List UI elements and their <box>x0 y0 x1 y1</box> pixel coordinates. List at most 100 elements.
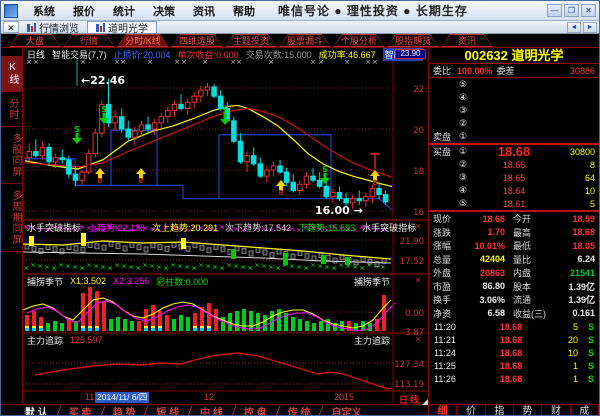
close-icon[interactable]: ✕ <box>581 4 596 17</box>
quote-tab-指[interactable]: 指 <box>486 405 514 416</box>
detail-value: 18.59 <box>551 214 595 224</box>
function-tab[interactable]: 行情 <box>63 34 115 47</box>
toolbar-tab[interactable]: 趋 势 <box>103 404 146 416</box>
svg-text:×: × <box>30 261 35 269</box>
function-tabs: 大盘行情分时/K线四维选股主题投资股票漏斗个股分析股指期货资讯 <box>1 34 599 47</box>
menu-item-报价[interactable]: 报价 <box>64 6 104 18</box>
chart-row: K线分时多股同屏多周期同屏 ×××××××××××××××××SSSSBBBB←… <box>1 48 428 404</box>
tick-volume: 1 <box>554 361 578 371</box>
sidebar-item-K线[interactable]: K线 <box>1 56 22 92</box>
svg-text:113.19: 113.19 <box>394 380 424 390</box>
date-tick: 2015 <box>334 392 354 402</box>
level-row: 卖盘① <box>429 130 599 143</box>
quote-tab-财[interactable]: 财 <box>542 405 570 416</box>
level-price: 18.66 <box>473 160 555 170</box>
tab-label: 股指期货 <box>388 35 438 46</box>
detail-value: 20863 <box>463 268 505 278</box>
svg-text:22: 22 <box>413 85 424 95</box>
svg-text:×: × <box>261 262 266 270</box>
stop-price: 止损价:20.004 <box>114 48 171 61</box>
toolbar-tab[interactable]: 中 线 <box>190 404 233 416</box>
period-label[interactable]: 日线 <box>27 48 45 61</box>
toolbar-tab[interactable]: 传 统 <box>278 404 321 416</box>
function-tab[interactable]: 大盘 <box>9 34 61 47</box>
menu-item-统计[interactable]: 统计 <box>104 6 144 18</box>
svg-text:×: × <box>107 264 112 272</box>
chart-icon <box>96 23 105 32</box>
sidebar-item-多周期同屏[interactable]: 多周期同屏 <box>1 184 22 252</box>
tick-time: 11:25 <box>434 361 468 371</box>
detail-label: 股本 <box>505 280 551 293</box>
svg-text:×: × <box>296 263 301 271</box>
stock-title[interactable]: 002632 道明光学 <box>429 48 599 64</box>
toolbar-tab[interactable]: 短 线 <box>146 404 189 416</box>
function-tab[interactable]: 分时/K线 <box>117 34 169 47</box>
tick-row: 11:2418.6810S <box>429 346 599 359</box>
function-tab[interactable]: 个股分析 <box>333 34 385 47</box>
toolbar-tab[interactable]: 买 卖 <box>59 404 102 416</box>
toolbar-tab[interactable]: 控 盘 <box>234 404 277 416</box>
svg-text:S: S <box>322 165 328 174</box>
close-panel-icon[interactable]: ✕ <box>413 335 423 344</box>
chart-column[interactable]: ×××××××××××××××××SSSSBBBB←22.4616.00 →××… <box>23 48 428 404</box>
level-row: ②18.668 <box>429 158 599 171</box>
menu-item-系统[interactable]: 系统 <box>24 6 64 18</box>
function-tab[interactable]: 股票漏斗 <box>279 34 331 47</box>
tab-label: 主题投资 <box>226 35 276 46</box>
tab-stock-daoming[interactable]: 道明光学 <box>87 21 157 33</box>
toolbar-tab[interactable]: 自定义 <box>321 404 371 416</box>
indicator-tag: 水手突破指标 <box>362 221 416 234</box>
level-price: 18.65 <box>473 173 555 183</box>
force-header: 主力追踪 125.597 主力追踪 <box>27 335 390 345</box>
down-trend: 下趋势:15.593 <box>298 221 355 234</box>
sub-up-trend: 次上趋势:20.291 <box>152 221 218 234</box>
svg-text:×: × <box>23 264 28 272</box>
period-badge[interactable]: 日线 <box>399 393 421 406</box>
svg-text:×: × <box>233 262 238 270</box>
svg-text:127.34: 127.34 <box>394 360 424 370</box>
menu-item-资讯[interactable]: 资讯 <box>184 6 224 18</box>
cursor-price-box: 23.90 <box>395 49 426 59</box>
restore-icon[interactable]: ❐ <box>564 4 579 17</box>
quote-tab-成[interactable]: 成 <box>571 405 599 416</box>
svg-text:×: × <box>338 261 343 269</box>
tick-side: S <box>578 335 594 345</box>
sidebar-item-多股同屏[interactable]: 多股同屏 <box>1 127 22 184</box>
svg-text:×: × <box>275 264 280 272</box>
svg-text:B: B <box>138 177 143 185</box>
date-axis[interactable]: 2014/11/ 6/四 11122015 <box>23 392 393 404</box>
tick-side: S <box>578 374 594 384</box>
sidebar-item-分时[interactable]: 分时 <box>1 92 22 127</box>
tool-icon[interactable]: ✕ <box>3 21 19 33</box>
detail-value: 1.70 <box>463 227 505 237</box>
close-panel-icon[interactable]: ✕ <box>413 276 423 285</box>
quote-tab-势[interactable]: 势 <box>514 405 542 416</box>
forward-arrow-icon[interactable]: ► <box>583 22 597 33</box>
function-tab[interactable]: 四维选股 <box>171 34 223 47</box>
tab-quote-browse[interactable]: 行情浏览 <box>19 21 87 33</box>
toolbar-tab[interactable]: 默 认 <box>15 404 58 416</box>
detail-row: 现价18.68今开18.59 <box>429 212 599 226</box>
detail-row: 外盘20863内盘21541 <box>429 266 599 280</box>
close-panel-icon[interactable]: ✕ <box>413 222 423 231</box>
detail-row: 市盈86.80股本1.39亿 <box>429 280 599 294</box>
back-arrow-icon[interactable]: ◄ <box>567 22 581 33</box>
menu-item-决策[interactable]: 决策 <box>144 6 184 18</box>
menu-item-帮助[interactable]: 帮助 <box>224 6 264 18</box>
resize-grip[interactable] <box>422 399 428 405</box>
tab-label: 大盘 <box>10 35 60 46</box>
minimize-icon[interactable]: — <box>547 4 562 17</box>
level-volume: 8 <box>555 160 595 170</box>
function-tab[interactable]: 主题投资 <box>225 34 277 47</box>
level-number: ⑤ <box>459 79 473 90</box>
style-toolbar: 默 认买 卖趋 势短 线中 线控 盘传 统自定义 <box>1 404 428 416</box>
level-row: ④ <box>429 91 599 104</box>
quote-tab-细[interactable]: 细 <box>429 405 457 416</box>
svg-text:18: 18 <box>413 167 424 177</box>
function-tab[interactable]: 股指期货 <box>387 34 439 47</box>
function-tab[interactable]: 资讯 <box>441 34 493 47</box>
level-row: ② <box>429 117 599 130</box>
svg-text:S: S <box>222 106 228 115</box>
quote-tab-价[interactable]: 价 <box>457 405 485 416</box>
tab-label: 股票漏斗 <box>280 35 330 46</box>
